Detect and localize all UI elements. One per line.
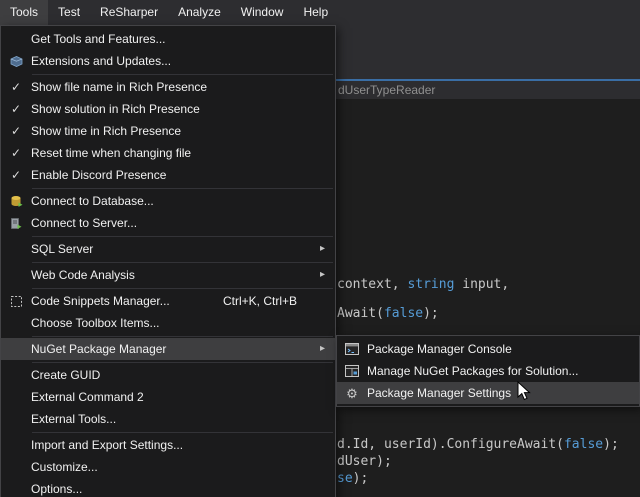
menu-item-connect-to-database[interactable]: Connect to Database... [1, 190, 335, 212]
menu-separator [32, 362, 333, 363]
menu-item-connect-to-server[interactable]: Connect to Server... [1, 212, 335, 234]
code-line: se); [337, 471, 368, 486]
submenu-arrow-icon: ▸ [320, 244, 325, 254]
menu-item-external-command-2[interactable]: External Command 2 [1, 386, 335, 408]
menu-item-label: Manage NuGet Packages for Solution... [367, 364, 639, 378]
tools-menu: Get Tools and Features... Extensions and… [0, 25, 336, 497]
checkmark-icon: ✓ [11, 147, 21, 159]
code-line: Await(false); [337, 306, 439, 321]
packages-grid-icon [345, 365, 359, 377]
menubar-item-help[interactable]: Help [293, 0, 338, 25]
menu-item-extensions-and-updates[interactable]: Extensions and Updates... [1, 50, 335, 72]
menu-item-label: Customize... [31, 460, 335, 474]
code-line: context, string input, [337, 277, 509, 292]
menu-item-create-guid[interactable]: Create GUID [1, 364, 335, 386]
menu-item-choose-toolbox-items[interactable]: Choose Toolbox Items... [1, 312, 335, 334]
menu-item-label: Options... [31, 482, 335, 496]
checkmark-icon: ✓ [11, 103, 21, 115]
menu-item-show-solution[interactable]: ✓ Show solution in Rich Presence [1, 98, 335, 120]
mouse-cursor [517, 381, 531, 401]
menu-item-label: Web Code Analysis [31, 268, 335, 282]
snippets-icon [10, 295, 23, 308]
menu-item-label: Show file name in Rich Presence [31, 80, 335, 94]
menu-item-sql-server[interactable]: SQL Server ▸ [1, 238, 335, 260]
menu-item-label: Get Tools and Features... [31, 32, 335, 46]
menu-item-label: Reset time when changing file [31, 146, 335, 160]
submenu-arrow-icon: ▸ [320, 344, 325, 354]
menu-item-reset-time[interactable]: ✓ Reset time when changing file [1, 142, 335, 164]
menu-item-external-tools[interactable]: External Tools... [1, 408, 335, 430]
menu-item-label: External Tools... [31, 412, 335, 426]
vs-window: Tools Test ReSharper Analyze Window Help… [0, 0, 640, 497]
menu-item-label: Show time in Rich Presence [31, 124, 335, 138]
menubar-item-test[interactable]: Test [48, 0, 90, 25]
menu-item-nuget-package-manager[interactable]: NuGet Package Manager ▸ [1, 338, 335, 360]
menu-item-shortcut: Ctrl+K, Ctrl+B [223, 294, 297, 308]
menu-item-import-export-settings[interactable]: Import and Export Settings... [1, 434, 335, 456]
code-line: d.Id, userId).ConfigureAwait(false); [337, 437, 619, 452]
menu-separator [32, 336, 333, 337]
menu-item-label: Connect to Server... [31, 216, 335, 230]
checkmark-icon: ✓ [11, 125, 21, 137]
gear-icon: ⚙ [346, 387, 358, 400]
menu-item-label: Connect to Database... [31, 194, 335, 208]
menu-separator [32, 262, 333, 263]
menu-item-label: Extensions and Updates... [31, 54, 335, 68]
menu-separator [32, 288, 333, 289]
extensions-icon [10, 55, 23, 68]
menu-item-show-file-name[interactable]: ✓ Show file name in Rich Presence [1, 76, 335, 98]
menu-separator [32, 188, 333, 189]
submenu-item-package-manager-console[interactable]: Package Manager Console [337, 338, 639, 360]
checkmark-icon: ✓ [11, 169, 21, 181]
submenu-arrow-icon: ▸ [320, 270, 325, 280]
menu-item-web-code-analysis[interactable]: Web Code Analysis ▸ [1, 264, 335, 286]
menubar-item-tools[interactable]: Tools [0, 0, 48, 25]
menubar-item-window[interactable]: Window [231, 0, 294, 25]
code-line: dUser); [337, 454, 392, 469]
submenu-item-package-manager-settings[interactable]: ⚙ Package Manager Settings [337, 382, 639, 404]
menu-separator [32, 74, 333, 75]
console-icon [345, 343, 359, 355]
menu-item-enable-discord-presence[interactable]: ✓ Enable Discord Presence [1, 164, 335, 186]
menu-item-label: Package Manager Settings [367, 386, 639, 400]
menu-item-label: Choose Toolbox Items... [31, 316, 335, 330]
database-icon [10, 195, 23, 208]
menu-item-show-time[interactable]: ✓ Show time in Rich Presence [1, 120, 335, 142]
menubar-item-analyze[interactable]: Analyze [168, 0, 231, 25]
menu-separator [32, 236, 333, 237]
submenu-item-manage-nuget-packages[interactable]: Manage NuGet Packages for Solution... [337, 360, 639, 382]
server-icon [10, 217, 23, 230]
menu-item-code-snippets-manager[interactable]: Code Snippets Manager... Ctrl+K, Ctrl+B [1, 290, 335, 312]
menu-item-get-tools-and-features[interactable]: Get Tools and Features... [1, 28, 335, 50]
menu-item-label: SQL Server [31, 242, 335, 256]
menu-item-label: External Command 2 [31, 390, 335, 404]
menu-item-label: Import and Export Settings... [31, 438, 335, 452]
menu-bar: Tools Test ReSharper Analyze Window Help [0, 0, 640, 25]
menu-item-label: NuGet Package Manager [31, 342, 335, 356]
menu-item-label: Show solution in Rich Presence [31, 102, 335, 116]
menu-item-customize[interactable]: Customize... [1, 456, 335, 478]
menu-item-label: Package Manager Console [367, 342, 639, 356]
navigation-bar-text: dUserTypeReader [338, 81, 435, 99]
menu-item-label: Enable Discord Presence [31, 168, 335, 182]
checkmark-icon: ✓ [11, 81, 21, 93]
nuget-submenu: Package Manager Console Manage NuGet Pac… [336, 335, 640, 407]
menu-item-label: Create GUID [31, 368, 335, 382]
menubar-item-resharper[interactable]: ReSharper [90, 0, 168, 25]
menu-separator [32, 432, 333, 433]
menu-item-options[interactable]: Options... [1, 478, 335, 497]
